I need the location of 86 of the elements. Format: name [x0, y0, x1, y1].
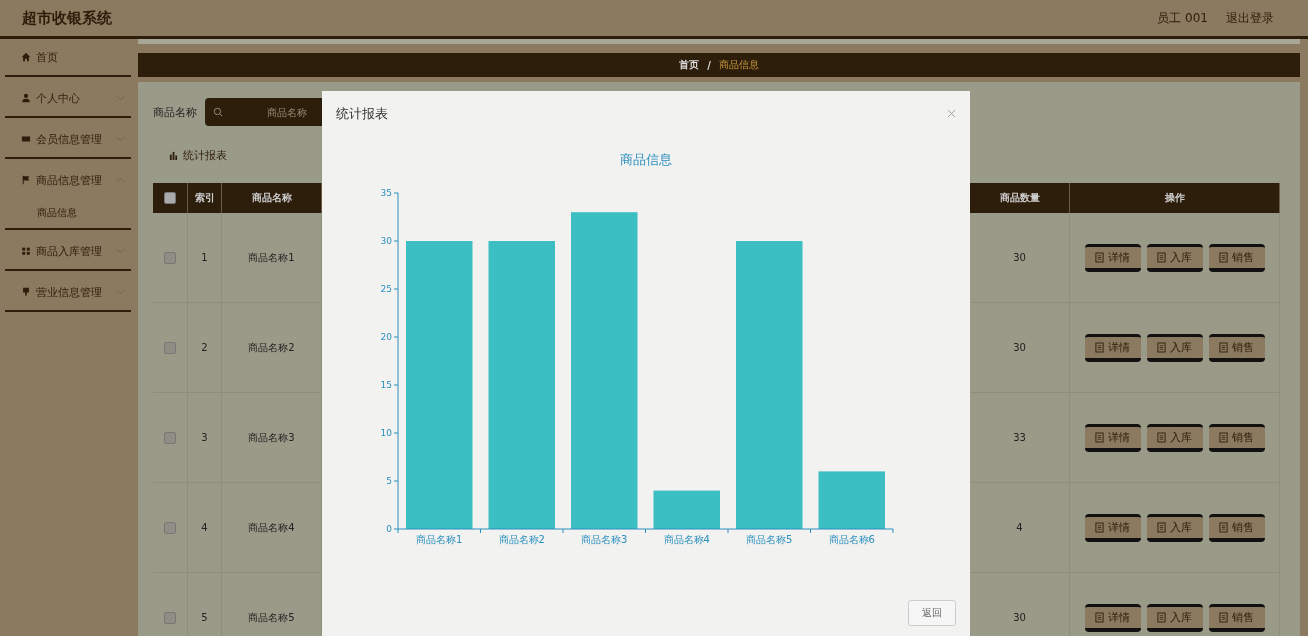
app-title: 超市收银系统	[22, 8, 112, 28]
action-button[interactable]: 销售	[1208, 333, 1265, 362]
action-button[interactable]: 详情	[1084, 513, 1141, 542]
bar	[818, 471, 885, 529]
y-tick-label: 25	[380, 284, 392, 294]
pin-icon	[21, 287, 31, 297]
header-cell: 操作	[1070, 183, 1280, 213]
filter-label: 商品名称	[153, 104, 197, 120]
sidebar-item[interactable]: 个人中心	[5, 80, 131, 116]
row-checkbox[interactable]	[164, 341, 176, 354]
breadcrumb-link[interactable]: 商品信息	[718, 58, 759, 72]
bar	[653, 490, 720, 529]
row-checkbox[interactable]	[164, 611, 176, 624]
table-cell: 3	[188, 393, 222, 482]
chart-title: 商品信息	[620, 152, 672, 167]
action-button[interactable]: 入库	[1146, 333, 1203, 362]
document-icon	[1219, 431, 1228, 443]
y-tick-label: 30	[380, 236, 392, 246]
document-icon	[1219, 521, 1228, 533]
document-icon	[1157, 251, 1166, 263]
y-tick-label: 35	[380, 188, 392, 198]
breadcrumb-link[interactable]: 首页	[679, 58, 700, 72]
row-checkbox[interactable]	[164, 431, 176, 444]
flag-icon	[21, 175, 31, 185]
document-icon	[1095, 251, 1104, 263]
document-icon	[1157, 521, 1166, 533]
action-button[interactable]: 销售	[1208, 513, 1265, 542]
document-icon	[1095, 341, 1104, 353]
select-all-checkbox[interactable]	[164, 192, 176, 204]
action-button[interactable]: 详情	[1084, 603, 1141, 632]
x-tick-label: 商品名称1	[416, 534, 463, 545]
x-tick-label: 商品名称6	[828, 534, 875, 545]
y-tick-label: 20	[380, 332, 392, 342]
header-cell: 索引	[188, 183, 222, 213]
row-checkbox[interactable]	[164, 521, 176, 534]
document-icon	[1095, 611, 1104, 623]
breadcrumb-separator: /	[707, 59, 711, 71]
y-tick-label: 0	[386, 524, 392, 534]
row-checkbox[interactable]	[164, 251, 176, 264]
action-button[interactable]: 入库	[1146, 513, 1203, 542]
sidebar-item[interactable]: 营业信息管理	[5, 274, 131, 310]
y-tick-label: 10	[380, 428, 392, 438]
search-icon	[213, 107, 223, 117]
action-button[interactable]: 入库	[1146, 243, 1203, 272]
sidebar-subitem[interactable]: 商品信息	[0, 198, 138, 228]
logout-link[interactable]: 退出登录	[1226, 9, 1274, 27]
bar-chart-icon	[169, 151, 178, 160]
x-tick-label: 商品名称2	[498, 534, 545, 545]
sidebar-item[interactable]: 商品信息管理	[5, 162, 131, 198]
action-button[interactable]: 销售	[1208, 243, 1265, 272]
home-icon	[21, 52, 31, 62]
person-icon	[21, 93, 31, 103]
document-icon	[1157, 341, 1166, 353]
y-tick-label: 15	[380, 380, 392, 390]
action-button[interactable]: 详情	[1084, 243, 1141, 272]
document-icon	[1219, 611, 1228, 623]
document-icon	[1219, 251, 1228, 263]
table-cell: 2	[188, 303, 222, 392]
table-cell: 4	[188, 483, 222, 572]
user-name: 员工 001	[1157, 9, 1208, 27]
action-button[interactable]: 入库	[1146, 603, 1203, 632]
action-button[interactable]: 销售	[1208, 603, 1265, 632]
report-button[interactable]: 统计报表	[167, 146, 229, 165]
document-icon	[1157, 431, 1166, 443]
dialog-title: 统计报表	[336, 104, 388, 123]
ticket-icon	[21, 134, 31, 144]
document-icon	[1095, 431, 1104, 443]
table-cell: 1	[188, 213, 222, 302]
action-button[interactable]: 详情	[1084, 333, 1141, 362]
sidebar-item[interactable]: 会员信息管理	[5, 121, 131, 157]
table-cell: 5	[188, 573, 222, 636]
grid-icon	[21, 246, 31, 256]
sidebar-item[interactable]: 商品入库管理	[5, 233, 131, 269]
action-button[interactable]: 详情	[1084, 423, 1141, 452]
sidebar-item[interactable]: 首页	[5, 39, 131, 75]
action-button[interactable]: 销售	[1208, 423, 1265, 452]
back-button[interactable]: 返回	[908, 600, 956, 626]
x-tick-label: 商品名称3	[581, 534, 628, 545]
document-icon	[1095, 521, 1104, 533]
document-icon	[1219, 341, 1228, 353]
action-button[interactable]: 入库	[1146, 423, 1203, 452]
document-icon	[1157, 611, 1166, 623]
x-tick-label: 商品名称5	[746, 534, 793, 545]
y-tick-label: 5	[386, 476, 392, 486]
close-icon[interactable]	[947, 109, 956, 118]
x-tick-label: 商品名称4	[663, 534, 710, 545]
